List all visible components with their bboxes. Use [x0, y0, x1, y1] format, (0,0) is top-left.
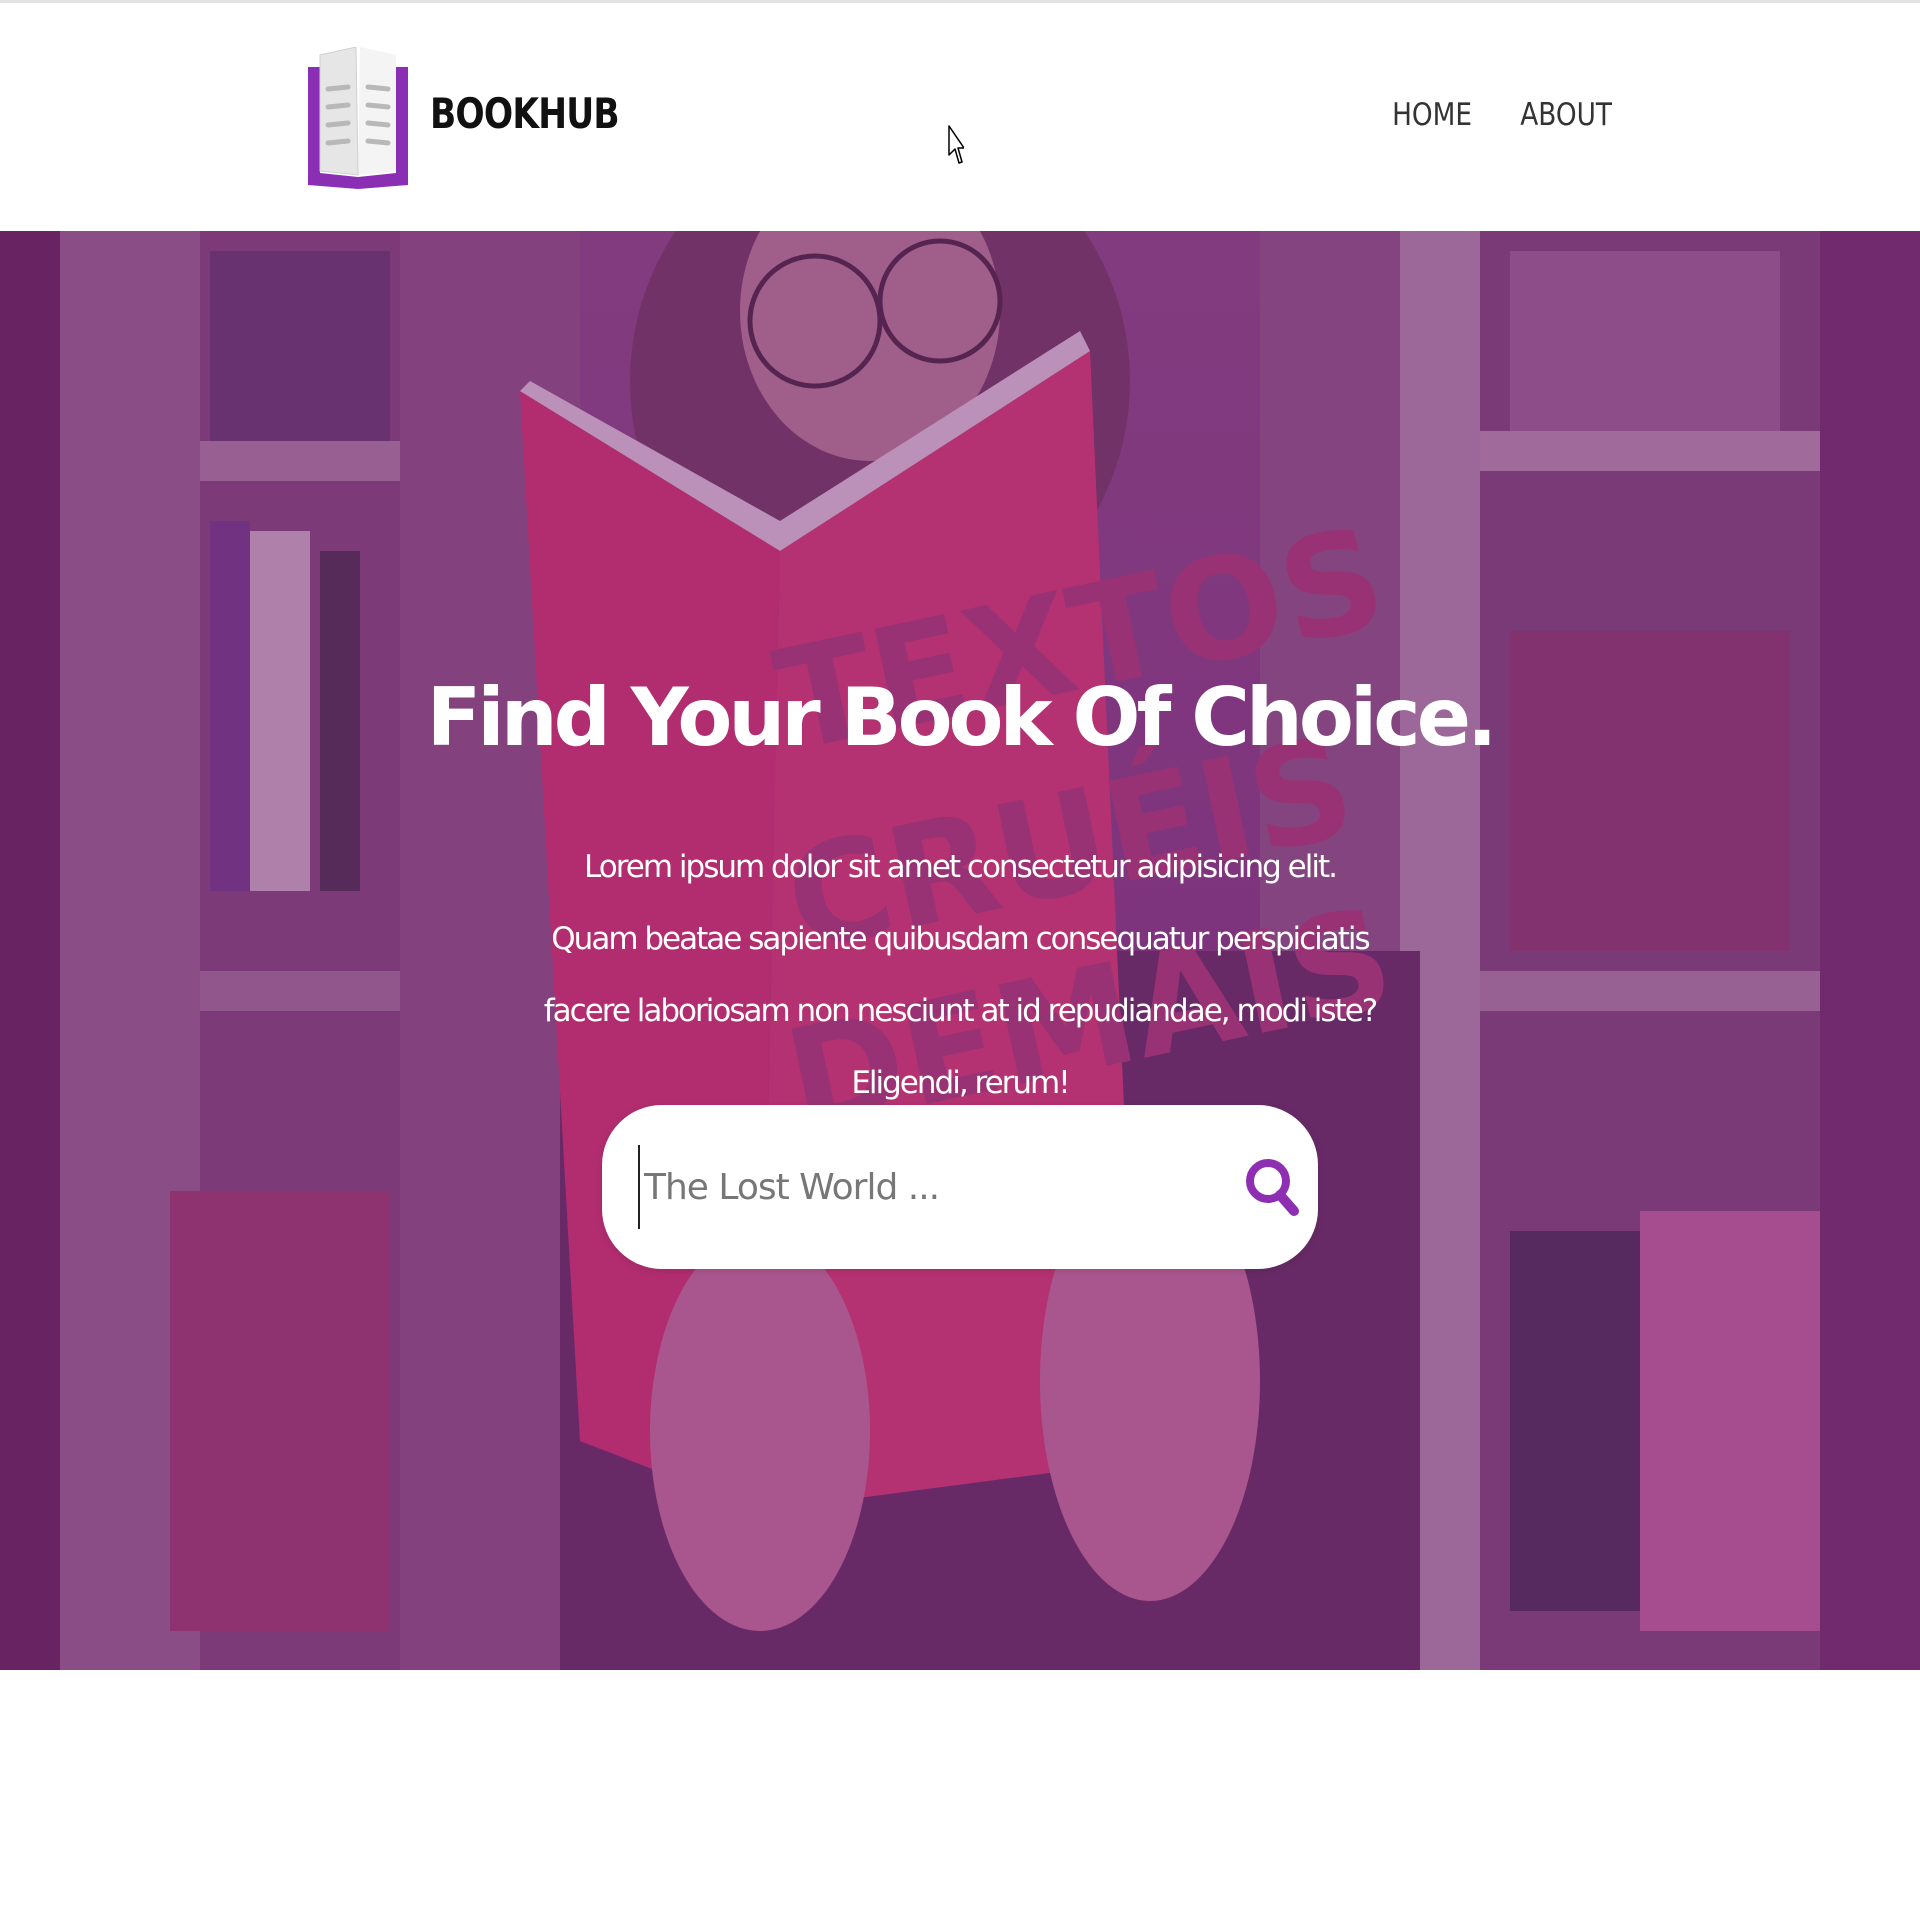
- search-input[interactable]: [638, 1145, 1224, 1229]
- search-button[interactable]: [1242, 1145, 1302, 1229]
- main-nav: HOME ABOUT: [1378, 97, 1612, 133]
- hero-section: TEXTOS CRUÉIS DEMAIS Find Your Book Of C…: [0, 231, 1920, 1670]
- hero-description: Lorem ipsum dolor sit amet consectetur a…: [543, 849, 1379, 1101]
- nav-home-link[interactable]: HOME: [1392, 97, 1472, 133]
- hero-title: Find Your Book Of Choice.: [426, 671, 1498, 764]
- mouse-pointer-icon: [948, 125, 964, 164]
- search-bar: [602, 1105, 1318, 1269]
- book-logo-icon[interactable]: [308, 47, 408, 189]
- brand-name[interactable]: BOOKHUB: [430, 89, 620, 138]
- search-icon: [1246, 1159, 1299, 1216]
- page: BOOKHUB HOME ABOUT TEXTOS CRUÉIS DEMAIS …: [0, 0, 1920, 1920]
- site-header: BOOKHUB HOME ABOUT: [0, 3, 1920, 231]
- nav-about-link[interactable]: ABOUT: [1520, 97, 1612, 133]
